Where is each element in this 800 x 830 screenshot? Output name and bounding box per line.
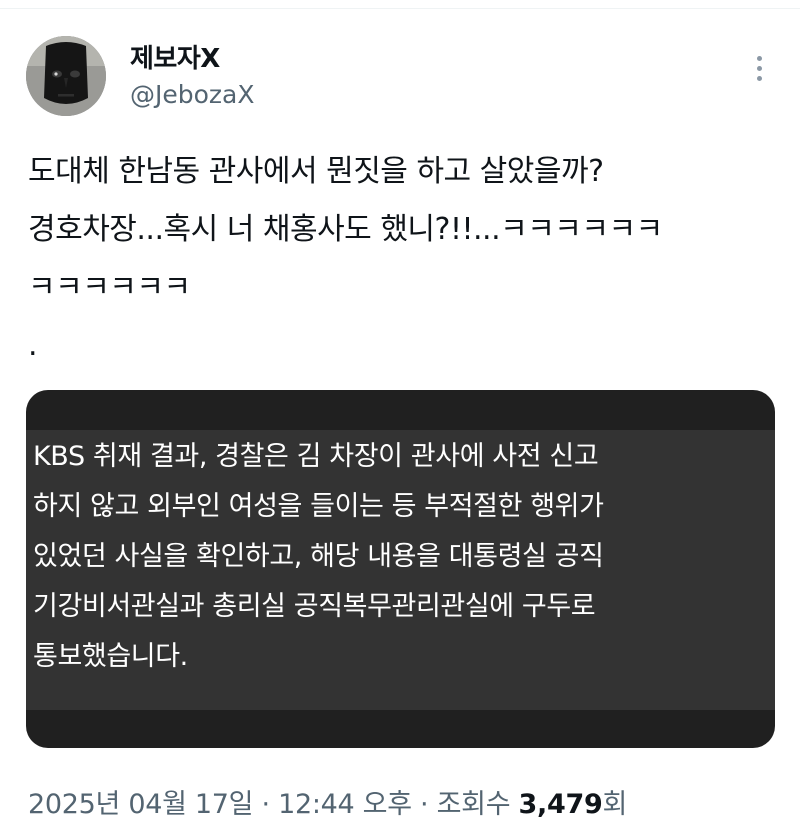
more-dot-icon: [757, 56, 762, 61]
meta-separator: ·: [411, 789, 437, 820]
meta-separator: ·: [253, 789, 279, 820]
post-date[interactable]: 2025년 04월 17일: [28, 789, 254, 820]
caption-text: KBS 취재 결과, 경찰은 김 차장이 관사에 사전 신고 하지 않고 외부인…: [33, 432, 753, 682]
views-count: 3,479: [518, 789, 603, 820]
more-dot-icon: [757, 66, 762, 71]
caption-line: 하지 않고 외부인 여성을 들이는 등 부적절한 행위가: [33, 491, 604, 522]
more-options-button[interactable]: [746, 50, 774, 86]
tweet-line: ㅋㅋㅋㅋㅋㅋ: [28, 270, 191, 305]
user-handle[interactable]: @JebozaX: [130, 80, 255, 109]
caption-line: 있었던 사실을 확인하고, 해당 내용을 대통령실 공직: [33, 541, 604, 572]
post-time[interactable]: 12:44 오후: [278, 789, 412, 820]
tweet-text: 도대체 한남동 관사에서 뭔짓을 하고 살았을까? 경호차장...혹시 너 채홍…: [28, 143, 778, 375]
tweet-line: .: [28, 328, 38, 363]
caption-line: 통보했습니다.: [33, 641, 188, 672]
caption-line: 기강비서관실과 총리실 공직복무관리관실에 구두로: [33, 591, 596, 622]
tweet-line: 경호차장...혹시 너 채홍사도 했니?!!...ㅋㅋㅋㅋㅋㅋ: [28, 212, 663, 247]
tweet-metadata: 2025년 04월 17일 · 12:44 오후 · 조회수 3,479회: [28, 782, 627, 821]
mask-avatar-icon: [26, 36, 106, 116]
top-divider: [0, 8, 800, 9]
tweet-line: 도대체 한남동 관사에서 뭔짓을 하고 살았을까?: [28, 154, 604, 189]
avatar[interactable]: [26, 36, 106, 116]
views-label: 조회수: [436, 789, 511, 820]
views-unit: 회: [602, 789, 627, 820]
more-dot-icon: [757, 76, 762, 81]
caption-line: KBS 취재 결과, 경찰은 김 차장이 관사에 사전 신고: [33, 441, 599, 472]
display-name[interactable]: 제보자X: [130, 38, 220, 75]
